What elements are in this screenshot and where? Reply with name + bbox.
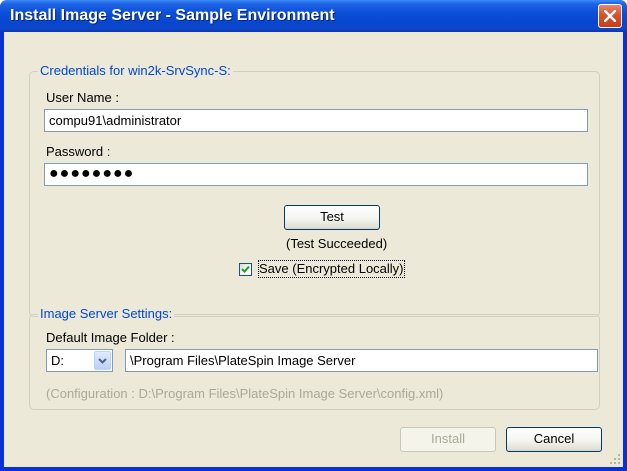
resize-grip-icon[interactable] <box>609 453 621 465</box>
drive-dropdown-button[interactable] <box>94 351 111 370</box>
install-button[interactable]: Install <box>400 427 496 452</box>
image-server-settings-label: Image Server Settings: <box>38 306 175 322</box>
close-button[interactable] <box>598 4 622 28</box>
save-checkbox[interactable] <box>239 263 252 276</box>
window-title: Install Image Server - Sample Environmen… <box>10 7 335 24</box>
save-checkbox-label[interactable]: Save (Encrypted Locally) <box>258 260 405 278</box>
test-status-text: (Test Succeeded) <box>286 236 388 251</box>
user-name-label: User Name : <box>46 90 119 105</box>
drive-select[interactable]: D: <box>46 349 113 372</box>
title-bar[interactable]: Install Image Server - Sample Environmen… <box>0 0 627 32</box>
password-label: Password : <box>46 144 111 159</box>
checkmark-icon <box>241 265 250 273</box>
configuration-hint: (Configuration : D:\Program Files\PlateS… <box>46 386 444 401</box>
image-folder-path-input[interactable]: \Program Files\PlateSpin Image Server <box>125 349 598 372</box>
user-name-input[interactable]: compu91\administrator <box>44 109 588 132</box>
close-icon <box>604 10 616 22</box>
credentials-group: Credentials for win2k-SrvSync-S: User Na… <box>29 63 600 317</box>
image-server-settings-group: Image Server Settings: Default Image Fol… <box>29 306 600 410</box>
default-image-folder-label: Default Image Folder : <box>46 330 175 345</box>
install-image-server-dialog: Install Image Server - Sample Environmen… <box>0 0 627 471</box>
password-input[interactable]: ●●●●●●●● <box>44 163 588 186</box>
credentials-group-label: Credentials for win2k-SrvSync-S: <box>38 63 233 79</box>
drive-select-value: D: <box>51 353 64 368</box>
cancel-button[interactable]: Cancel <box>506 427 602 452</box>
dialog-body: Credentials for win2k-SrvSync-S: User Na… <box>4 32 623 467</box>
chevron-down-icon <box>98 358 107 364</box>
test-button[interactable]: Test <box>284 205 380 230</box>
